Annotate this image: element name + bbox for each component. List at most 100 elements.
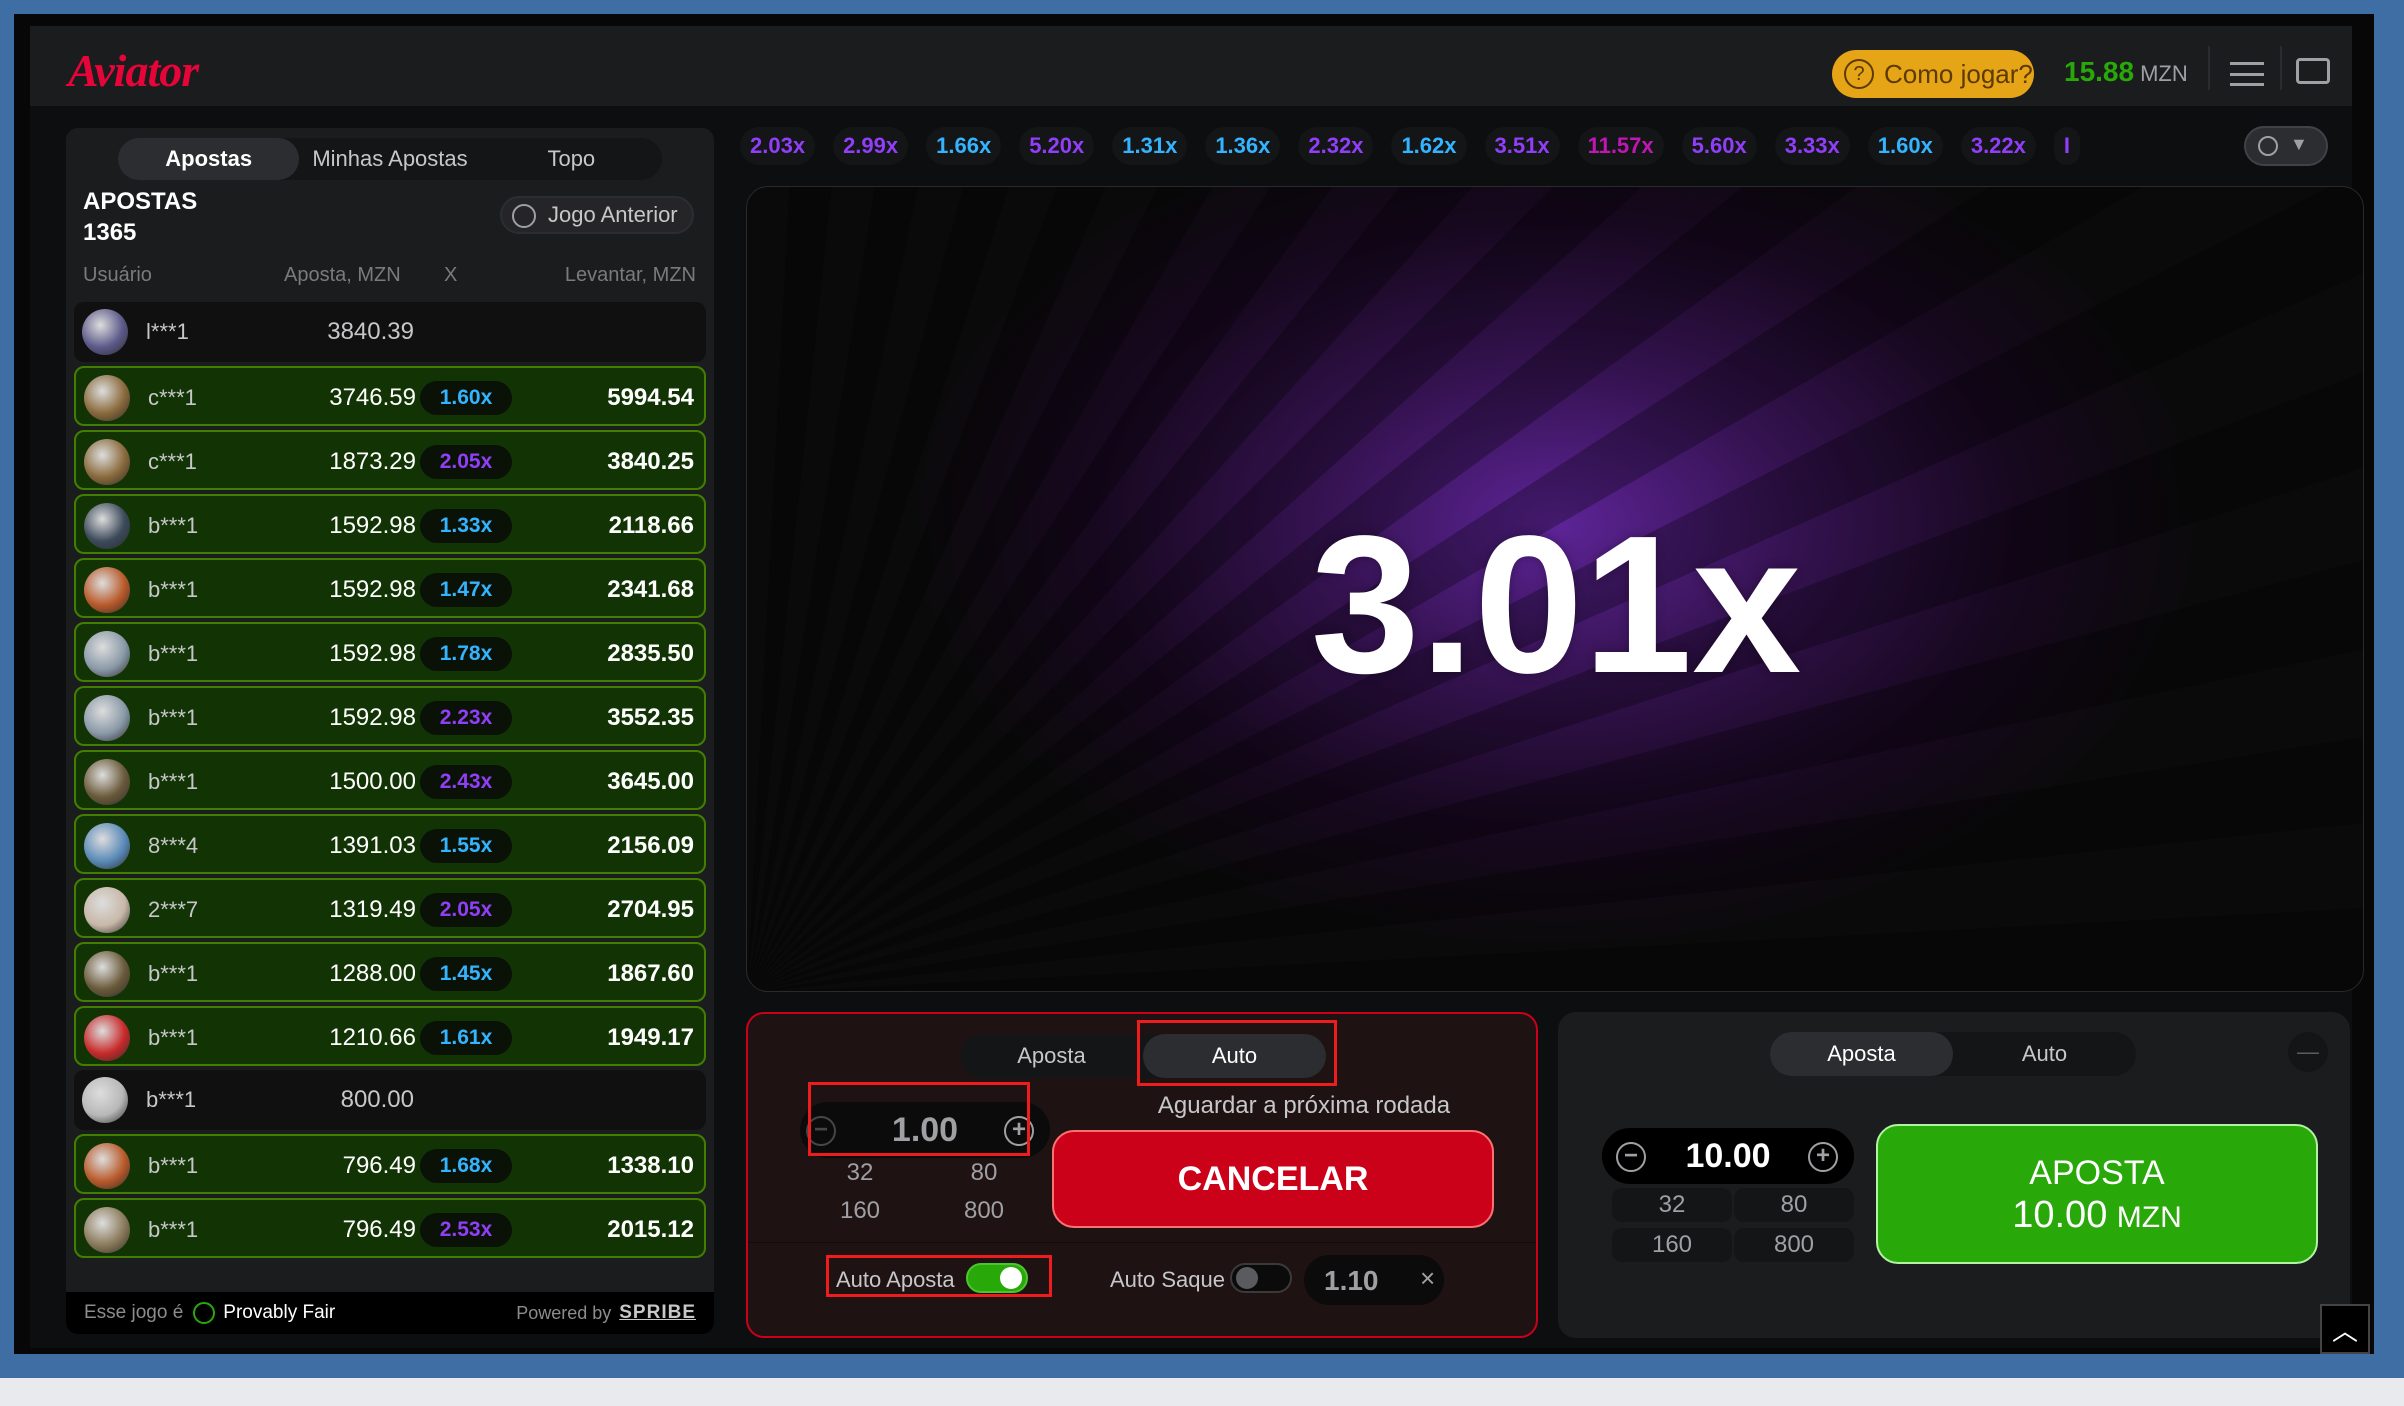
aviator-app: Aviator ? Como jogar? 15.88 MZN Apostas M…: [30, 26, 2364, 1348]
cashout-amount: 1949.17: [607, 1024, 694, 1051]
previous-game-button[interactable]: Jogo Anterior: [500, 196, 694, 234]
bet-amount-stepper[interactable]: − 10.00 +: [1602, 1128, 1854, 1184]
history-multiplier[interactable]: 11.57x: [1577, 127, 1664, 165]
tab-aposta[interactable]: Aposta: [1770, 1032, 1953, 1076]
table-row: 2***7 1319.49 2704.95 2.05x: [74, 878, 706, 938]
tab-apostas[interactable]: Apostas: [118, 138, 300, 180]
table-row: b***1 796.49 2015.12 2.53x: [74, 1198, 706, 1258]
minus-icon[interactable]: −: [1616, 1142, 1646, 1172]
history-multiplier[interactable]: 5.60x: [1681, 127, 1757, 165]
multiplier-badge: 1.45x: [420, 957, 512, 991]
multiplier-badge: 2.53x: [420, 1213, 512, 1247]
scroll-up-button[interactable]: ︿: [2320, 1304, 2370, 1354]
table-row: l***1 3840.39: [74, 302, 706, 362]
history-icon: [512, 204, 536, 228]
history-multiplier[interactable]: 3.33x: [1774, 127, 1850, 165]
history-multiplier[interactable]: I: [2053, 127, 2081, 165]
avatar: [84, 631, 130, 677]
avatar: [82, 309, 128, 355]
history-multiplier[interactable]: 1.66x: [926, 127, 1002, 165]
cashout-amount: 1867.60: [607, 960, 694, 987]
username: c***1: [148, 449, 197, 474]
username: c***1: [148, 385, 197, 410]
history-multiplier[interactable]: 2.32x: [1298, 127, 1374, 165]
history-multiplier[interactable]: 1.62x: [1391, 127, 1467, 165]
place-bet-button[interactable]: APOSTA 10.00 MZN: [1876, 1124, 2318, 1264]
cancel-button[interactable]: CANCELAR: [1052, 1130, 1494, 1228]
balance-currency: MZN: [2140, 61, 2188, 86]
menu-icon[interactable]: [2230, 62, 2264, 86]
tab-topo[interactable]: Topo: [481, 138, 662, 180]
bet-amount: 800.00: [340, 1086, 414, 1113]
bets-list[interactable]: l***1 3840.39 c***1 3746.59 5994.54 1.60x c***…: [74, 302, 706, 1282]
auto-cashout-label: Auto Saque: [1110, 1267, 1225, 1292]
table-row: c***1 3746.59 5994.54 1.60x: [74, 366, 706, 426]
divider: [2280, 46, 2282, 90]
how-to-play-button[interactable]: ? Como jogar?: [1832, 50, 2034, 98]
previous-game-label: Jogo Anterior: [548, 202, 678, 227]
avatar: [84, 951, 130, 997]
cashout-amount: 2156.09: [607, 832, 694, 859]
chat-icon[interactable]: [2296, 58, 2330, 84]
provably-fair-link[interactable]: Provably Fair: [223, 1302, 335, 1324]
quick-amount-800[interactable]: 800: [924, 1194, 1044, 1228]
column-header-cashout: Levantar, MZN: [564, 264, 696, 286]
avatar: [82, 1077, 128, 1123]
tab-aposta[interactable]: Aposta: [960, 1034, 1143, 1078]
table-row: b***1 1592.98 2341.68 1.47x: [74, 558, 706, 618]
bet-button-currency: MZN: [2116, 1201, 2182, 1234]
history-multiplier[interactable]: 1.31x: [1112, 127, 1188, 165]
remove-panel-button[interactable]: —: [2288, 1032, 2328, 1072]
logo: Aviator: [68, 45, 199, 96]
table-row: b***1 1592.98 2835.50 1.78x: [74, 622, 706, 682]
quick-amount-800[interactable]: 800: [1734, 1228, 1854, 1262]
username: b***1: [148, 577, 199, 602]
cashout-amount: 3840.25: [607, 448, 694, 475]
auto-cashout-value: 1.10: [1324, 1265, 1379, 1296]
column-header-bet: Aposta, MZN: [284, 264, 401, 286]
quick-amount-32[interactable]: 32: [800, 1156, 920, 1190]
history-multiplier[interactable]: 3.51x: [1484, 127, 1560, 165]
header: Aviator ? Como jogar? 15.88 MZN: [30, 26, 2352, 106]
quick-amount-160[interactable]: 160: [800, 1194, 920, 1228]
shield-check-icon: [193, 1302, 216, 1324]
history-multiplier[interactable]: 1.36x: [1205, 127, 1281, 165]
multiplier-badge: 2.05x: [420, 893, 512, 927]
plus-icon[interactable]: +: [1808, 1142, 1838, 1172]
avatar: [84, 1207, 130, 1253]
history-multiplier[interactable]: 2.99x: [833, 127, 909, 165]
history-dropdown-button[interactable]: ▼: [2244, 126, 2328, 166]
quick-amount-80[interactable]: 80: [1734, 1188, 1854, 1222]
bets-panel: Apostas Minhas Apostas Topo APOSTAS 1365…: [66, 128, 714, 1334]
tab-minhas-apostas[interactable]: Minhas Apostas: [299, 138, 480, 180]
multiplier-badge: 1.55x: [420, 829, 512, 863]
highlight-box: [1137, 1020, 1337, 1086]
cashout-amount: 2015.12: [607, 1216, 694, 1243]
history-multiplier[interactable]: 2.03x: [740, 127, 816, 165]
bet-amount: 1592.98: [329, 576, 416, 603]
bet-amount-value: 10.00: [1685, 1136, 1771, 1175]
username: b***1: [148, 1217, 199, 1242]
clear-icon[interactable]: ×: [1420, 1263, 1435, 1294]
avatar: [84, 439, 130, 485]
game-stage: 3.01x: [746, 186, 2364, 992]
quick-amount-32[interactable]: 32: [1612, 1188, 1732, 1222]
history-multiplier[interactable]: 3.22x: [1960, 127, 2036, 165]
quick-amount-160[interactable]: 160: [1612, 1228, 1732, 1262]
tab-auto[interactable]: Auto: [1953, 1032, 2136, 1076]
bet-amount: 796.49: [342, 1152, 416, 1179]
username: b***1: [148, 769, 199, 794]
auto-cashout-toggle[interactable]: [1230, 1263, 1292, 1293]
quick-amount-80[interactable]: 80: [924, 1156, 1044, 1190]
avatar: [84, 503, 130, 549]
avatar: [84, 375, 130, 421]
multiplier-badge: 1.78x: [420, 637, 512, 671]
bet-amount: 1391.03: [329, 832, 416, 859]
history-multiplier[interactable]: 1.60x: [1867, 127, 1943, 165]
bet-panel-2: Aposta Auto — − 10.00 + 32 80 160 800 AP…: [1558, 1012, 2350, 1338]
avatar: [84, 887, 130, 933]
history-multiplier[interactable]: 5.20x: [1019, 127, 1095, 165]
cashout-amount: 2835.50: [607, 640, 694, 667]
auto-cashout-input[interactable]: 1.10 ×: [1304, 1255, 1444, 1305]
cashout-amount: 3552.35: [607, 704, 694, 731]
